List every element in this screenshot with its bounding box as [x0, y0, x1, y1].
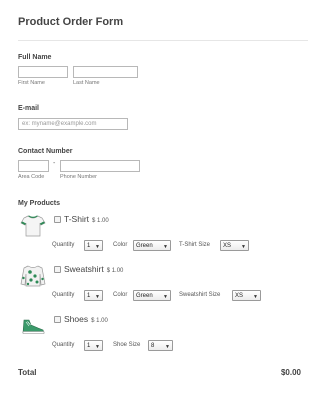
tshirt-color-select[interactable]: Green ▼ [133, 240, 171, 251]
first-name-input[interactable] [18, 66, 68, 78]
shoe-size-value: 8 [151, 343, 155, 349]
sweatshirt-price: $ 1.00 [106, 268, 124, 274]
phone-number-sublabel: Phone Number [60, 174, 97, 180]
email-field[interactable]: ex: myname@example.com [18, 118, 128, 130]
chevron-down-icon: ▼ [241, 244, 246, 250]
sweatshirt-size-label: Sweatshirt Size [179, 292, 221, 298]
tshirt-size-label: T-Shirt Size [179, 242, 211, 248]
chevron-down-icon: ▼ [163, 244, 168, 250]
area-code-sublabel: Area Code [18, 174, 45, 180]
tshirt-color-label: Color [113, 242, 128, 248]
last-name-input[interactable] [73, 66, 138, 78]
shoes-name-row: Shoes $ 1.00 [64, 314, 108, 324]
first-name-sublabel: First Name [18, 80, 45, 86]
shoes-checkbox[interactable] [54, 316, 61, 323]
shoes-image [20, 314, 46, 338]
tshirt-price: $ 1.00 [92, 218, 109, 224]
shoes-quantity-label: Quantity [52, 342, 75, 348]
tshirt-image [20, 214, 46, 238]
tshirt-size-value: XS [223, 243, 232, 249]
shoes-quantity-select[interactable]: 1 ▼ [84, 340, 103, 351]
shoe-size-label: Shoe Size [113, 342, 141, 348]
sweatshirt-quantity-value: 1 [87, 293, 91, 299]
shoe-size-select[interactable]: 8 ▼ [148, 340, 173, 351]
tshirt-checkbox[interactable] [54, 216, 61, 223]
shoes-quantity-value: 1 [87, 343, 91, 349]
phone-number-input[interactable] [60, 160, 140, 172]
sweatshirt-quantity-label: Quantity [52, 292, 75, 298]
tshirt-name-row: T-Shirt $ 1.00 [64, 214, 109, 224]
tshirt-color-value: Green [136, 243, 153, 249]
tshirt-quantity-select[interactable]: 1 ▼ [84, 240, 103, 251]
phone-dash: - [53, 160, 56, 167]
sweatshirt-color-label: Color [113, 292, 128, 298]
shoes-price: $ 1.00 [91, 318, 108, 324]
sweatshirt-name: Sweatshirt [64, 264, 104, 274]
chevron-down-icon: ▼ [253, 294, 258, 300]
sweatshirt-name-row: Sweatshirt $ 1.00 [64, 264, 123, 274]
tshirt-name: T-Shirt [64, 214, 90, 224]
chevron-down-icon: ▼ [95, 344, 100, 350]
sweatshirt-checkbox[interactable] [54, 266, 61, 273]
my-products-label: My Products [18, 200, 61, 207]
last-name-sublabel: Last Name [73, 80, 100, 86]
chevron-down-icon: ▼ [95, 294, 100, 300]
sweatshirt-image [20, 264, 46, 288]
chevron-down-icon: ▼ [95, 244, 100, 250]
tshirt-quantity-value: 1 [87, 243, 91, 249]
tshirt-size-select[interactable]: XS ▼ [220, 240, 249, 251]
full-name-label: Full Name [18, 54, 52, 61]
email-label: E-mail [18, 105, 40, 112]
contact-number-label: Contact Number [18, 148, 73, 155]
total-value: $0.00 [280, 368, 301, 377]
title-divider [18, 40, 308, 41]
sweatshirt-color-value: Green [136, 293, 153, 299]
sweatshirt-size-value: XS [235, 293, 244, 299]
form-title: Product Order Form [18, 16, 124, 28]
sweatshirt-quantity-select[interactable]: 1 ▼ [84, 290, 103, 301]
area-code-input[interactable] [18, 160, 49, 172]
chevron-down-icon: ▼ [163, 294, 168, 300]
shoes-name: Shoes [64, 314, 89, 324]
tshirt-quantity-label: Quantity [52, 242, 75, 248]
sweatshirt-color-select[interactable]: Green ▼ [133, 290, 171, 301]
chevron-down-icon: ▼ [165, 344, 170, 350]
sweatshirt-size-select[interactable]: XS ▼ [232, 290, 261, 301]
total-label: Total [18, 368, 37, 377]
